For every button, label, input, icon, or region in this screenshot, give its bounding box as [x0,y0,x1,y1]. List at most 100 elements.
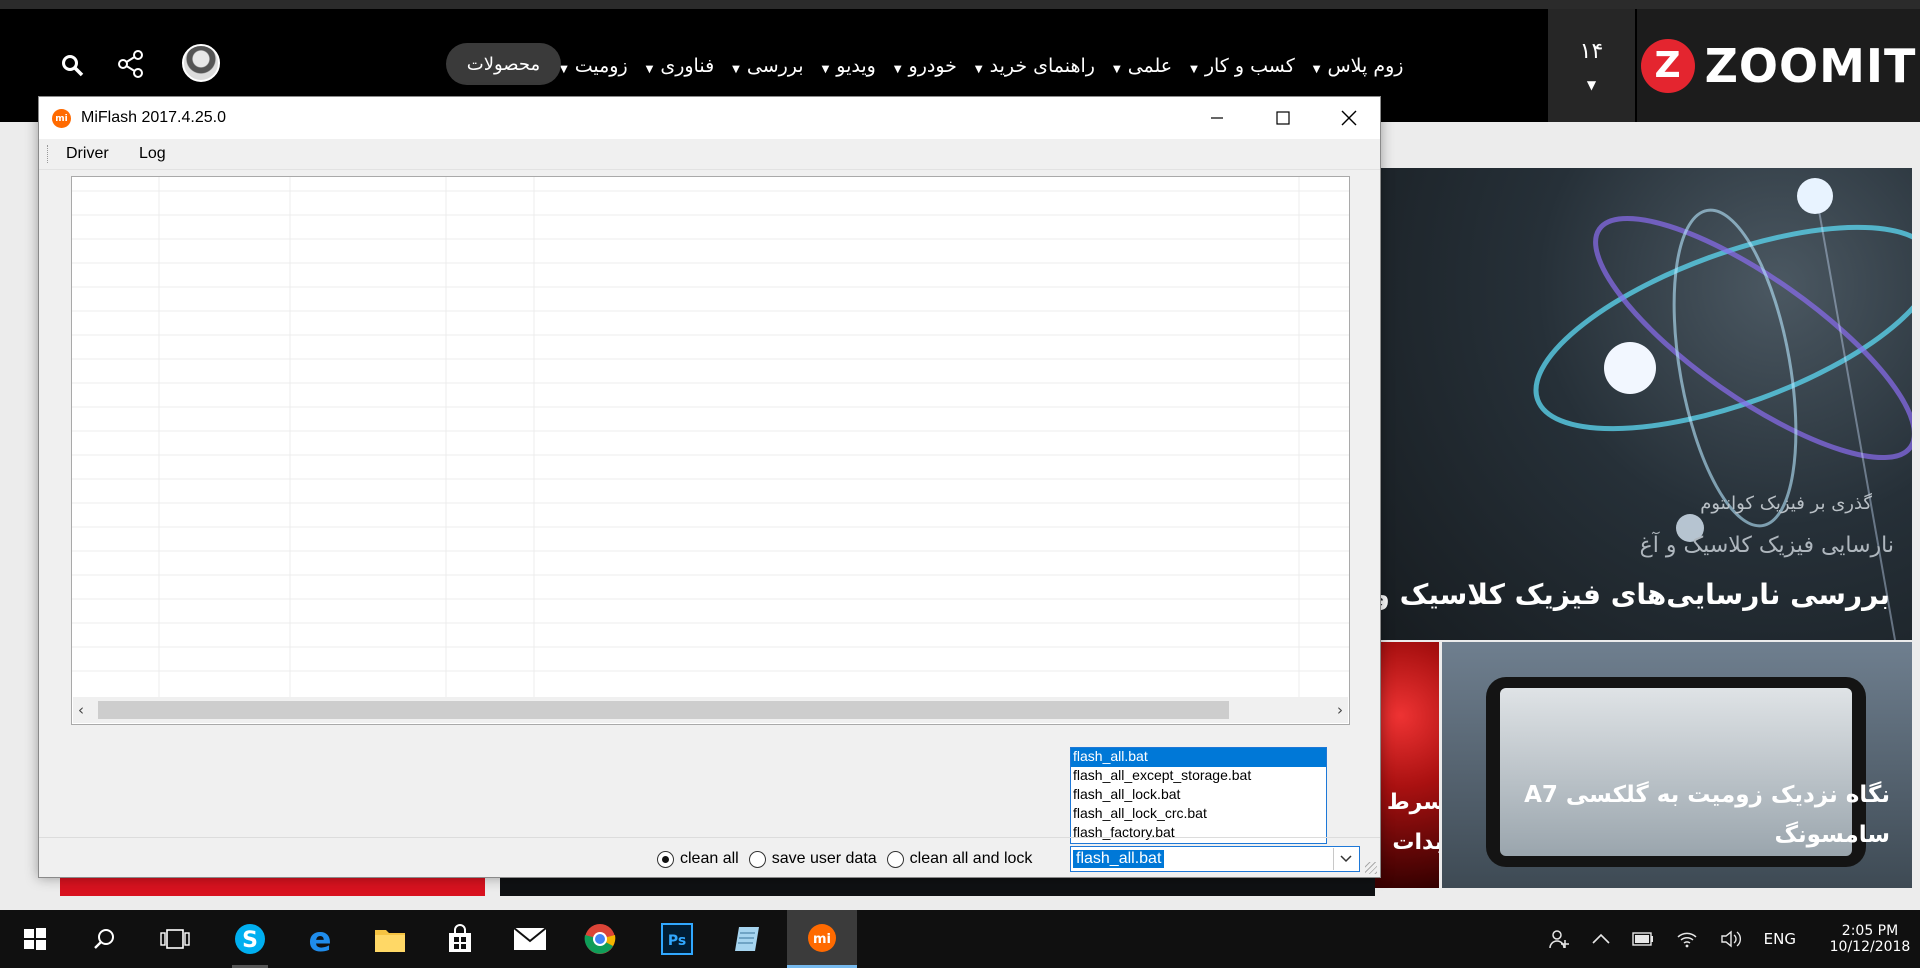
selected-script: flash_all.bat [1073,850,1165,868]
grid-lines [72,177,1349,697]
zoomit-logo-icon: Z [1640,38,1695,93]
nav-item[interactable]: ویدیو▼ [822,55,894,77]
hero-article[interactable]: گذری بر فیزیک کوانتوم نارسایی فیزیک کلاس… [1375,168,1912,640]
scroll-right-icon[interactable]: › [1327,701,1343,719]
caret-down-icon: ▼ [560,63,568,75]
miflash-app-icon: mi [52,109,71,128]
nav-item[interactable]: فناوری▼ [646,55,733,77]
card-title: نگاه نزدیک زومیت به گلکسی A7 [1524,782,1890,808]
caret-down-icon: ▼ [732,63,740,75]
dropdown-option[interactable]: flash_all_lock.bat [1071,786,1326,805]
radio-label[interactable]: clean all and lock [910,850,1033,868]
hero-headline[interactable]: بررسی نارسایی‌های فیزیک کلاسیک و آغا [1375,578,1890,611]
window-title: MiFlash 2017.4.25.0 [81,109,226,126]
browser-top-strip [0,0,1920,9]
caret-down-icon: ▼ [974,63,983,75]
chevron-up-icon[interactable] [1592,933,1610,945]
article-card-red[interactable]: سرط بدات [1375,642,1439,888]
caret-down-icon: ▼ [821,63,830,75]
taskbar-app-skype[interactable]: S [215,910,285,968]
people-icon[interactable] [1548,928,1570,950]
clock-time: 2:05 PM [1841,923,1899,939]
toolbar-grip [47,145,51,163]
file-explorer-icon [375,930,405,952]
search-icon[interactable] [60,53,84,77]
card-title: سرط [1386,790,1439,815]
start-button[interactable] [0,910,70,968]
nav-item[interactable]: بررسی▼ [732,55,821,77]
device-list-grid[interactable]: ‹ › [71,176,1350,725]
dropdown-option[interactable]: flash_all_lock_crc.bat [1071,805,1326,824]
nav-item[interactable]: خودرو▼ [894,55,975,77]
maximize-button[interactable] [1250,97,1316,139]
scrollbar-thumb[interactable] [98,701,1229,719]
radio-clean-all[interactable] [657,850,674,868]
svg-text:S: S [242,928,258,953]
hero-subtitle: نارسایی فیزیک کلاسیک و آغ [1639,533,1894,558]
radio-label[interactable]: save user data [772,850,877,868]
caret-down-icon: ▼ [1312,63,1321,75]
taskbar-app-miflash[interactable]: mi [787,910,857,968]
taskbar-search-button[interactable] [70,910,140,968]
caret-down-icon: ▼ [1112,63,1121,75]
nav-item[interactable]: کسب و کار▼ [1190,55,1313,77]
caret-down-icon: ▼ [645,63,654,75]
windows-taskbar: S e Ps mi ENG 2:05 PM 10/12/2018 [0,910,1920,968]
article-card-strip [500,876,1375,896]
window-titlebar[interactable]: mi MiFlash 2017.4.25.0 [39,97,1380,139]
issue-selector[interactable]: ۱۴ ▼ [1548,9,1635,122]
input-language[interactable]: ENG [1764,930,1796,948]
chrome-icon [584,924,616,954]
taskbar-app-explorer[interactable] [355,910,425,968]
taskbar-app-chrome[interactable] [565,910,635,968]
minimize-button[interactable] [1184,97,1250,139]
issue-number: ۱۴ [1579,39,1604,64]
close-button[interactable] [1316,97,1382,139]
article-card-galaxy[interactable]: نگاه نزدیک زومیت به گلکسی A7 سامسونگ [1442,642,1912,888]
hero-kicker: گذری بر فیزیک کوانتوم [1700,493,1872,514]
miflash-icon: mi [808,923,836,952]
svg-text:mi: mi [813,932,831,947]
taskbar-app-notepad[interactable] [712,910,782,968]
volume-icon[interactable] [1720,930,1742,948]
caret-down-icon: ▼ [1190,63,1198,75]
nav-item[interactable]: زومیت▼ [560,55,646,77]
radio-label[interactable]: clean all [680,850,739,868]
battery-icon[interactable] [1631,932,1654,946]
caret-down-icon: ▼ [1586,78,1597,92]
products-button[interactable]: محصولات [446,43,561,85]
dropdown-option[interactable]: flash_all_except_storage.bat [1071,767,1326,786]
flash-script-select[interactable]: flash_all.bat [1070,846,1360,872]
taskbar-clock[interactable]: 2:05 PM 10/12/2018 [1820,923,1920,955]
task-view-button[interactable] [140,910,210,968]
taskbar-app-photoshop[interactable]: Ps [642,910,712,968]
taskbar-app-store[interactable] [425,910,495,968]
chevron-down-icon[interactable] [1333,848,1358,870]
wifi-icon[interactable] [1676,930,1698,948]
user-avatar[interactable] [182,44,220,82]
dropdown-option[interactable]: flash_all.bat [1071,748,1326,767]
horizontal-scrollbar[interactable]: ‹ › [73,697,1348,723]
site-logo-text: ZOOMIT [1704,38,1917,93]
menu-item-driver[interactable]: Driver [66,145,109,163]
caret-down-icon: ▼ [893,63,902,75]
edge-icon: e [308,922,331,956]
start-icon [24,928,46,950]
radio-save-user-data[interactable] [748,850,766,868]
nav-item[interactable]: راهنمای خرید▼ [975,55,1113,77]
dropdown-option[interactable]: flash_factory.bat [1071,824,1326,843]
resize-grip[interactable] [1365,862,1377,874]
hero-image [1533,178,1912,640]
site-logo[interactable]: Z ZOOMIT [1637,9,1920,122]
miflash-window: mi MiFlash 2017.4.25.0 Driver Log ‹ › fl… [38,96,1381,878]
taskbar-app-edge[interactable]: e [285,910,355,968]
nav-item[interactable]: زوم پلاس▼ [1313,55,1422,77]
nav-item[interactable]: علمی▼ [1113,55,1190,77]
scroll-left-icon[interactable]: ‹ [78,701,94,719]
flash-script-dropdown-list[interactable]: flash_all.bat flash_all_except_storage.b… [1070,747,1327,844]
menu-item-log[interactable]: Log [139,145,166,163]
maximize-icon [1276,111,1290,125]
share-icon[interactable] [116,49,146,79]
radio-clean-all-and-lock[interactable] [886,850,904,868]
taskbar-app-mail[interactable] [495,910,565,968]
